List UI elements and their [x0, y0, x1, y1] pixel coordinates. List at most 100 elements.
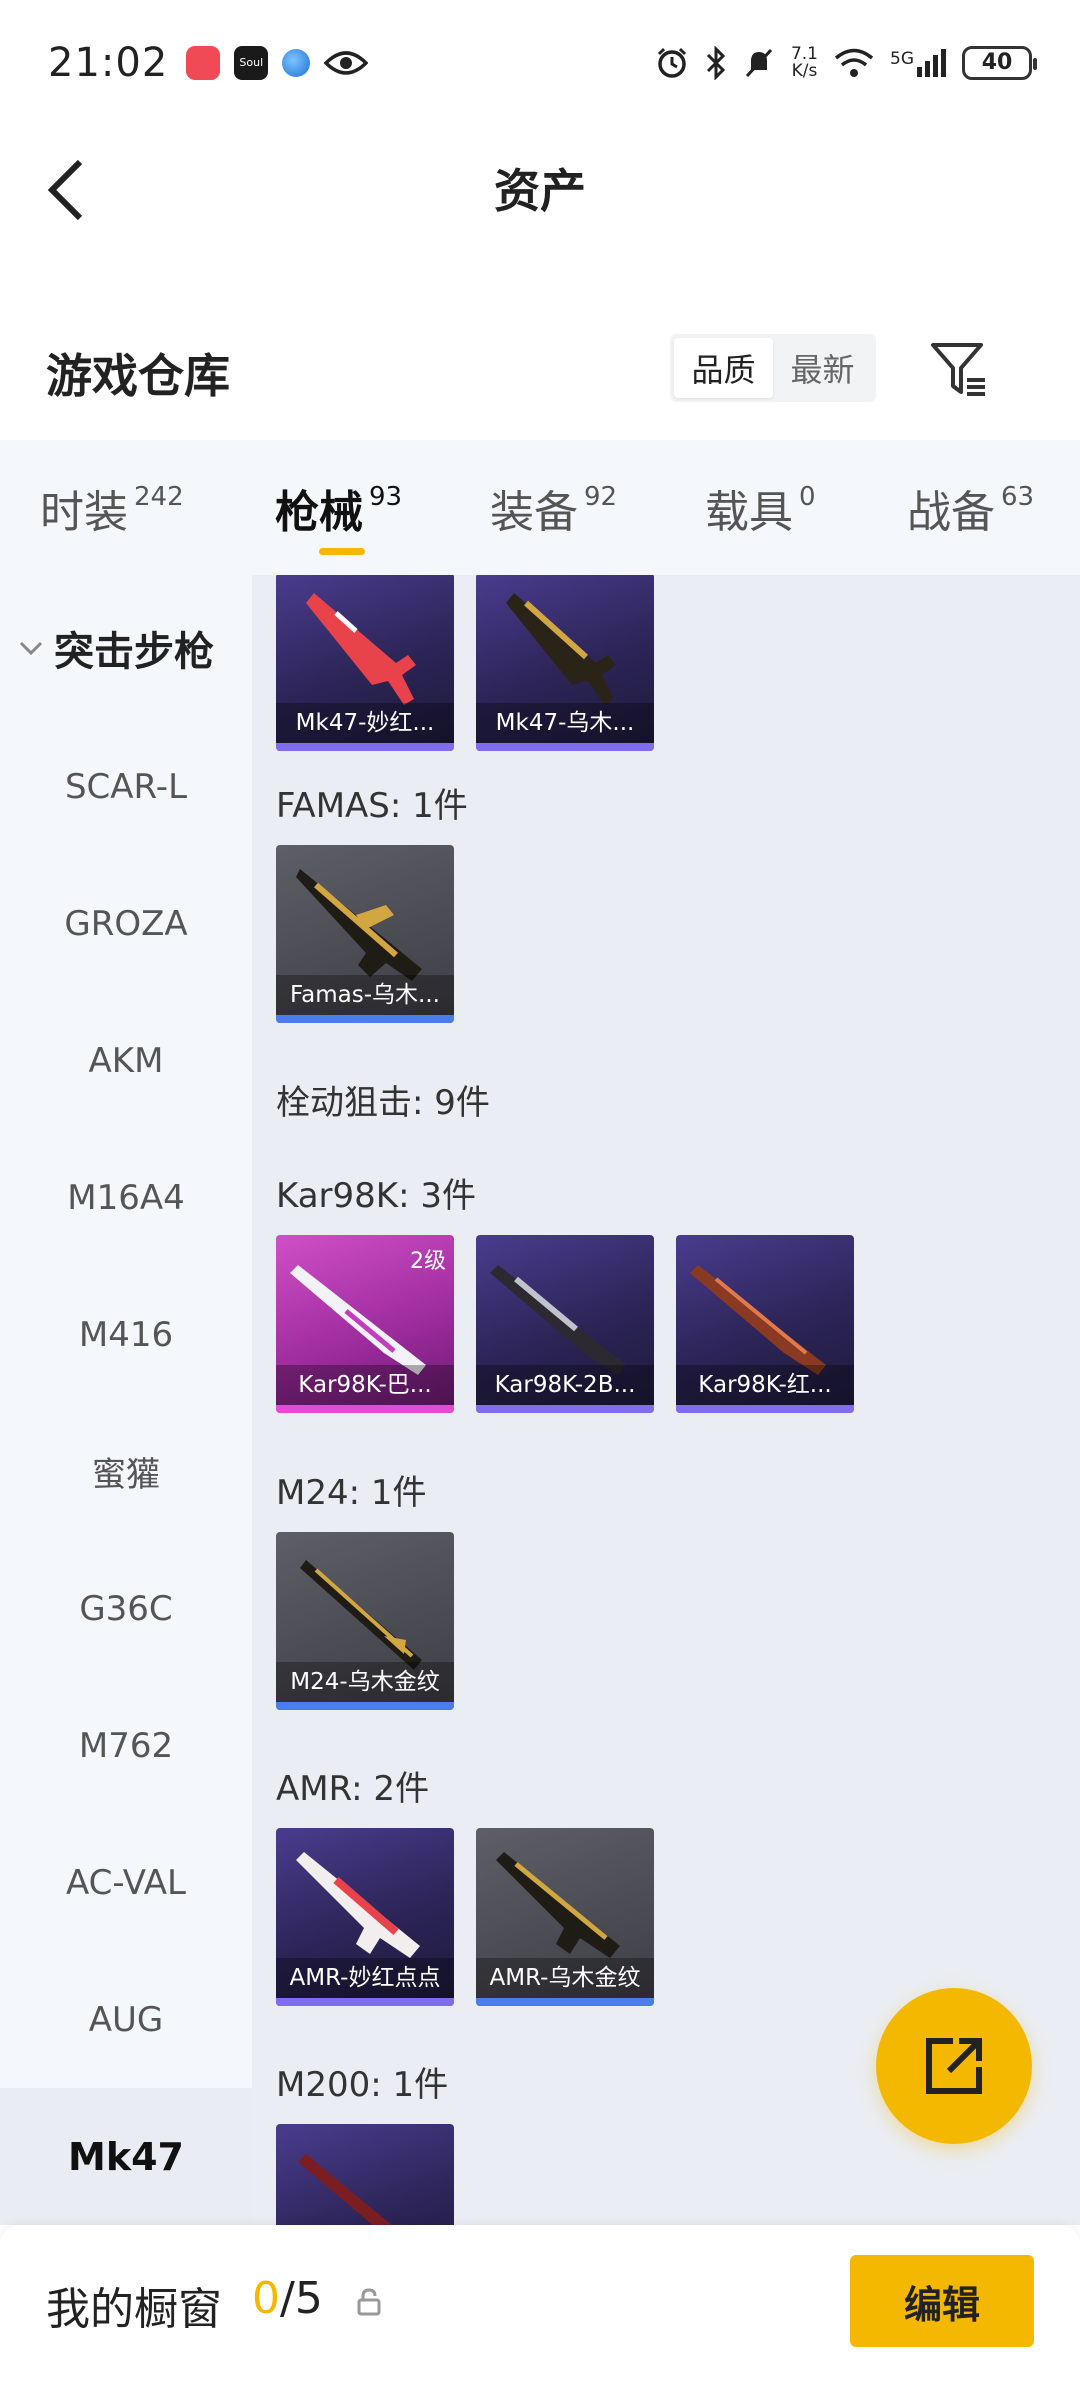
sidebar-item-m416[interactable]: M416	[0, 1266, 252, 1403]
net-speed-unit: K/s	[791, 60, 818, 81]
app-header: 资产	[0, 125, 1080, 250]
tab-fashion[interactable]: 时装 242	[40, 440, 184, 575]
tab-equipment[interactable]: 装备 92	[490, 440, 617, 575]
group-label-famas: FAMAS: 1件	[276, 786, 468, 826]
signal-bar-icon	[933, 54, 938, 77]
weapon-name: M24-乌木金纹	[276, 1662, 454, 1702]
quality-bar	[276, 1998, 454, 2006]
red-app-icon	[186, 45, 221, 80]
weapon-card[interactable]: 2级 Kar98K-巴...	[276, 1235, 454, 1413]
showcase-count: 0/5	[252, 2273, 323, 2324]
group-label-m200: M200: 1件	[276, 2065, 449, 2105]
filter-button[interactable]	[924, 334, 994, 404]
edit-button[interactable]: 编辑	[850, 2255, 1034, 2347]
quality-bar	[276, 743, 454, 751]
quality-bar	[476, 1998, 654, 2006]
sidebar-item-m16a4[interactable]: M16A4	[0, 1129, 252, 1266]
eye-icon	[324, 50, 369, 75]
sidebar-item-scar-l[interactable]: SCAR-L	[0, 718, 252, 855]
rifle-icon	[298, 2154, 392, 2225]
tab-count: 242	[134, 481, 184, 512]
signal-bar-icon	[925, 60, 930, 77]
weapon-name: Kar98K-2B...	[476, 1365, 654, 1405]
weapon-category-sidebar: 突击步枪 SCAR-L GROZA AKM M16A4 M416 蜜獾 G36C…	[0, 575, 252, 2225]
quality-bar	[676, 1405, 854, 1413]
showcase-bar: 我的橱窗 0/5 编辑	[0, 2225, 1080, 2382]
group-label-bolt-action: 栓动狙击: 9件	[276, 1083, 490, 1123]
showcase-title: 我的橱窗	[46, 2284, 222, 2335]
mute-icon	[745, 48, 773, 77]
weapon-card[interactable]: M24-乌木金纹	[276, 1532, 454, 1710]
weapon-name: Mk47-妙红...	[276, 703, 454, 743]
quality-bar	[476, 1405, 654, 1413]
sidebar-item-m762[interactable]: M762	[0, 1677, 252, 1814]
sidebar-item-groza[interactable]: GROZA	[0, 855, 252, 992]
weapon-name: Mk47-乌木...	[476, 703, 654, 743]
sidebar-item-honey-badger[interactable]: 蜜獾	[0, 1403, 252, 1540]
weapon-card[interactable]	[276, 2124, 454, 2225]
weapon-card[interactable]: AMR-乌木金纹	[476, 1828, 654, 2006]
tab-label: 枪械	[275, 486, 363, 538]
sidebar-item-akm[interactable]: AKM	[0, 992, 252, 1129]
signal-bar-icon	[917, 66, 922, 77]
sidebar-group-assault-rifles[interactable]: 突击步枪	[0, 575, 252, 720]
battery-icon: 40	[962, 45, 1037, 80]
filter-icon	[931, 343, 985, 396]
weapon-name: AMR-乌木金纹	[476, 1958, 654, 1998]
weapon-card[interactable]: Mk47-乌木...	[476, 575, 654, 751]
weapon-card[interactable]: Kar98K-红...	[676, 1235, 854, 1413]
system-status: 7.1 K/s 5G 40	[655, 43, 1037, 81]
tab-label: 载具	[705, 486, 793, 538]
sort-option-latest[interactable]: 最新	[773, 338, 872, 398]
showcase-used: 0	[252, 2273, 280, 2324]
weapon-card[interactable]: AMR-妙红点点	[276, 1828, 454, 2006]
bluetooth-icon	[706, 45, 726, 80]
tab-label: 时装	[40, 486, 128, 538]
weapon-name: Kar98K-巴...	[276, 1365, 454, 1405]
wifi-icon	[834, 48, 874, 77]
sidebar-item-ac-val[interactable]: AC-VAL	[0, 1814, 252, 1951]
quality-bar	[476, 743, 654, 751]
group-label-amr: AMR: 2件	[276, 1769, 430, 1809]
cellular-signal: 5G	[890, 48, 946, 77]
sidebar-group-label: 突击步枪	[54, 628, 214, 675]
tab-count: 92	[584, 481, 618, 512]
notification-icons: Soul	[186, 45, 369, 80]
sidebar-item-aug[interactable]: AUG	[0, 1951, 252, 2088]
weapon-name: Famas-乌木...	[276, 975, 454, 1015]
tab-count: 93	[369, 481, 403, 512]
chevron-down-icon	[19, 641, 43, 655]
sidebar-item-mk47[interactable]: Mk47	[0, 2088, 252, 2225]
warehouse-title: 游戏仓库	[46, 349, 230, 403]
alarm-icon	[657, 47, 687, 78]
sort-toggle: 品质 最新	[670, 334, 876, 402]
share-external-icon	[926, 2038, 982, 2094]
weapon-name: AMR-妙红点点	[276, 1958, 454, 1998]
tab-label: 装备	[490, 486, 578, 538]
tab-supplies[interactable]: 战备 63	[907, 440, 1034, 575]
network-speed: 7.1 K/s	[790, 43, 818, 81]
group-label-kar98k: Kar98K: 3件	[276, 1176, 476, 1216]
tab-vehicles[interactable]: 载具 0	[705, 440, 816, 575]
battery-level: 40	[981, 50, 1013, 75]
browser-app-icon	[282, 48, 311, 77]
tab-weapons[interactable]: 枪械 93	[275, 440, 402, 575]
soul-app-icon: Soul	[234, 45, 269, 80]
weapon-card[interactable]: Mk47-妙红...	[276, 575, 454, 751]
quality-bar	[276, 1405, 454, 1413]
weapon-card[interactable]: Famas-乌木...	[276, 845, 454, 1023]
warehouse-header: 游戏仓库 品质 最新	[0, 320, 1080, 420]
page-title: 资产	[494, 164, 586, 218]
tab-label: 战备	[907, 486, 995, 538]
signal-label: 5G	[890, 48, 914, 69]
showcase-total: /5	[280, 2273, 323, 2324]
status-bar: 21:02 Soul 7.1 K/s 5G 40	[0, 0, 1080, 125]
net-speed-value: 7.1	[790, 43, 818, 64]
sidebar-item-g36c[interactable]: G36C	[0, 1540, 252, 1677]
category-tabs: 时装 242 枪械 93 装备 92 载具 0 战备 63	[0, 440, 1080, 575]
weapon-card[interactable]: Kar98K-2B...	[476, 1235, 654, 1413]
share-button[interactable]	[876, 1988, 1032, 2144]
sort-option-quality[interactable]: 品质	[674, 338, 773, 398]
tab-count: 63	[1001, 481, 1035, 512]
quality-bar	[276, 1702, 454, 1710]
